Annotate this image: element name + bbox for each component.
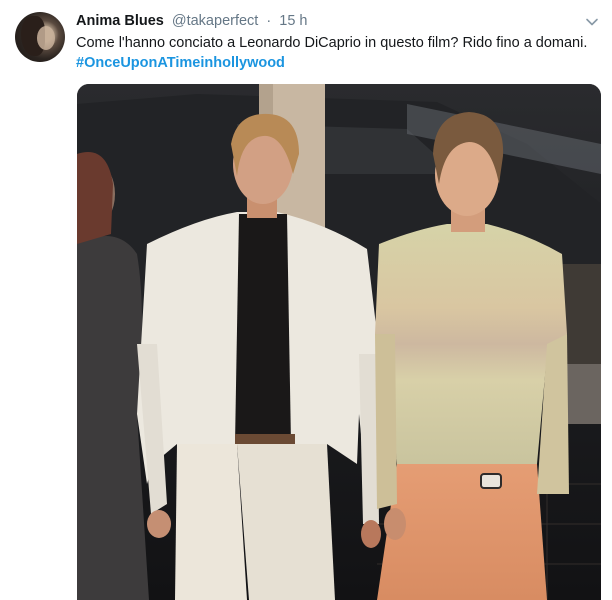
tweet-photo[interactable] (77, 84, 601, 600)
user-handle[interactable]: @takaperfect (172, 13, 258, 29)
hashtag-link[interactable]: #OnceUponATimeinhollywood (76, 53, 285, 73)
chevron-down-icon[interactable] (585, 15, 599, 29)
tweet[interactable]: Anima Blues @takaperfect · 15 h Come l'h… (0, 0, 612, 600)
tweet-text: Come l'hanno conciato a Leonardo DiCapri… (76, 35, 588, 51)
avatar-face (37, 26, 55, 50)
separator-dot: · (266, 13, 272, 29)
tweet-header: Anima Blues @takaperfect · 15 h (76, 12, 307, 30)
photo-illustration (77, 84, 601, 600)
tweet-timestamp[interactable]: 15 h (279, 13, 307, 29)
avatar[interactable] (15, 12, 65, 62)
display-name[interactable]: Anima Blues (76, 13, 164, 29)
